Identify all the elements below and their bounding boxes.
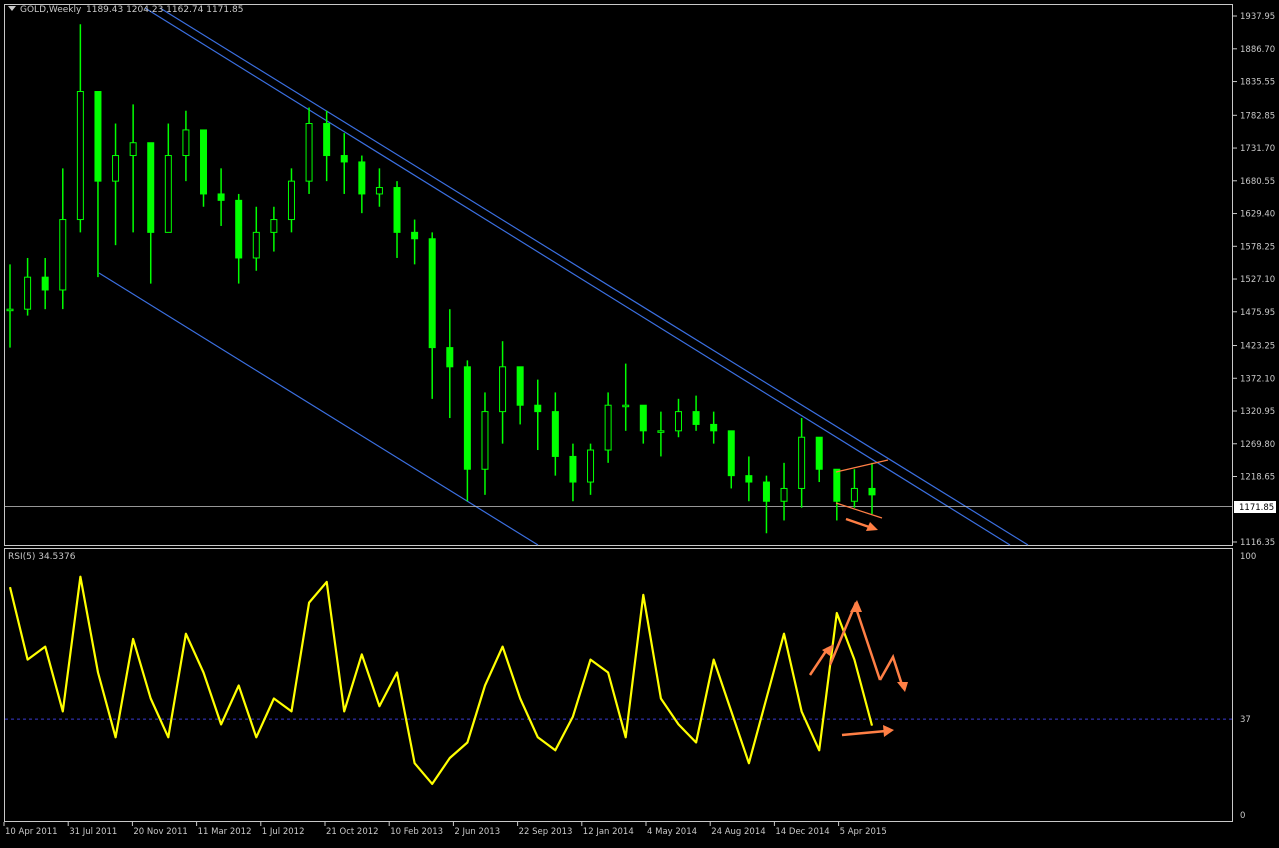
price-tick-label: 1782.85 xyxy=(1240,111,1275,121)
candle-body xyxy=(375,187,383,195)
candle-body xyxy=(323,123,331,157)
time-tick-label: 10 Feb 2013 xyxy=(390,827,443,837)
chart-background xyxy=(0,0,1279,844)
candle-body xyxy=(59,219,67,291)
time-tick-label: 4 May 2014 xyxy=(647,827,697,837)
candle-body xyxy=(252,231,260,259)
ohlc-label: 1189.43 1204.23 1162.74 1171.85 xyxy=(86,5,243,15)
candle-body xyxy=(94,91,102,182)
candle-body xyxy=(516,366,524,406)
time-tick-label: 21 Oct 2012 xyxy=(326,827,379,837)
candle-body xyxy=(850,487,858,502)
price-tick-label: 1423.25 xyxy=(1240,342,1275,352)
candle-body xyxy=(463,366,471,470)
time-tick-label: 1 Jul 2012 xyxy=(262,827,305,837)
price-tick-label: 1527.10 xyxy=(1240,275,1275,285)
price-tick-label: 1116.35 xyxy=(1240,538,1275,548)
candle-body xyxy=(762,481,770,502)
candle-body xyxy=(481,411,489,470)
candle-body xyxy=(657,430,665,433)
time-tick-label: 14 Dec 2014 xyxy=(775,827,829,837)
price-tick-label: 1269.80 xyxy=(1240,440,1275,450)
candle-body xyxy=(428,238,436,349)
time-tick-label: 11 Mar 2012 xyxy=(198,827,252,837)
price-tick-label: 1629.40 xyxy=(1240,210,1275,220)
time-tick-label: 12 Jan 2014 xyxy=(583,827,634,837)
candle-body xyxy=(393,187,401,233)
price-tick-label: 1731.70 xyxy=(1240,144,1275,154)
candle-body xyxy=(622,404,630,408)
chart-canvas[interactable]: GOLD,Weekly 1189.43 1204.23 1162.74 1171… xyxy=(0,0,1279,844)
chart-window: GOLD,Weekly 1189.43 1204.23 1162.74 1171… xyxy=(0,0,1279,844)
candle-body xyxy=(446,347,454,368)
price-tick-label: 1578.25 xyxy=(1240,242,1275,252)
price-tick-label: 1886.70 xyxy=(1240,45,1275,55)
candle-body xyxy=(24,276,32,310)
candle-body xyxy=(76,91,84,221)
candle-body xyxy=(745,475,753,483)
candle-body xyxy=(499,366,507,413)
candle-body xyxy=(305,123,313,182)
rsi-label: RSI(5) 34.5376 xyxy=(8,552,76,562)
candle-body xyxy=(200,129,208,195)
price-tick-label: 1937.95 xyxy=(1240,12,1275,22)
time-tick-label: 22 Sep 2013 xyxy=(519,827,573,837)
time-tick-label: 24 Aug 2014 xyxy=(711,827,765,837)
candle-body xyxy=(692,411,700,425)
symbol-label: GOLD,Weekly xyxy=(20,5,82,15)
price-tick-label: 1218.65 xyxy=(1240,473,1275,483)
candle-body xyxy=(411,231,419,240)
candle-body xyxy=(868,487,876,496)
candle-body xyxy=(727,430,735,477)
candle-body xyxy=(833,468,841,502)
candle-body xyxy=(6,308,14,312)
candle-body xyxy=(287,180,295,221)
candle-body xyxy=(551,411,559,457)
candle-body xyxy=(129,142,137,157)
current-price-label: 1171.85 xyxy=(1239,503,1274,513)
candle-body xyxy=(164,155,172,233)
candle-body xyxy=(217,193,225,201)
rsi-tick-label: 37 xyxy=(1240,715,1251,725)
candle-body xyxy=(358,161,366,195)
candle-body xyxy=(182,129,190,157)
price-tick-label: 1372.10 xyxy=(1240,374,1275,384)
candle-body xyxy=(604,404,612,451)
candle-body xyxy=(41,276,49,291)
candle-body xyxy=(710,423,718,432)
candle-body xyxy=(639,404,647,432)
time-tick-label: 31 Jul 2011 xyxy=(69,827,117,837)
candle-body xyxy=(112,155,120,182)
time-tick-label: 10 Apr 2011 xyxy=(5,827,58,837)
candle-body xyxy=(340,155,348,163)
price-tick-label: 1320.95 xyxy=(1240,407,1275,417)
price-tick-label: 1680.55 xyxy=(1240,177,1275,187)
price-tick-label: 1475.95 xyxy=(1240,308,1275,318)
candle-body xyxy=(534,404,542,413)
candle-body xyxy=(798,436,806,489)
time-tick-label: 20 Nov 2011 xyxy=(133,827,187,837)
rsi-tick-label: 100 xyxy=(1240,552,1256,562)
time-tick-label: 5 Apr 2015 xyxy=(840,827,887,837)
candle-body xyxy=(780,487,788,502)
rsi-tick-label: 0 xyxy=(1240,811,1245,821)
candle-body xyxy=(270,219,278,233)
time-tick-label: 2 Jun 2013 xyxy=(454,827,500,837)
candle-body xyxy=(569,455,577,483)
candle-body xyxy=(235,199,243,259)
candle-body xyxy=(674,411,682,432)
candle-body xyxy=(147,142,155,233)
price-tick-label: 1835.55 xyxy=(1240,78,1275,88)
candle-body xyxy=(815,436,823,470)
candle-body xyxy=(587,449,595,483)
